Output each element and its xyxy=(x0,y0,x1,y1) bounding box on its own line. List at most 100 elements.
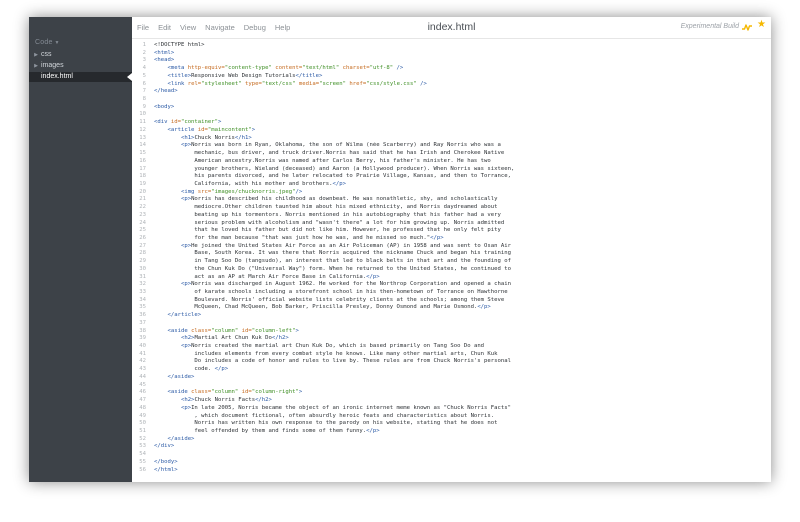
code-line[interactable]: his parents divorced, and he later reloc… xyxy=(154,173,767,181)
code-line[interactable]: <meta http-equiv="content-type" content=… xyxy=(154,65,767,73)
code-line[interactable]: Boulevard. Norris' official website list… xyxy=(154,297,767,305)
code-token: includes elements from every combat styl… xyxy=(154,350,498,357)
line-number: 25 xyxy=(139,227,146,234)
code-line[interactable]: for the man because "that was just how h… xyxy=(154,235,767,243)
code-line[interactable]: mechanic, bus driver, and truck driver.N… xyxy=(154,150,767,158)
line-number: 35 xyxy=(139,304,146,311)
code-line[interactable]: <p>He joined the United States Air Force… xyxy=(154,243,767,251)
star-icon[interactable]: ★ xyxy=(757,20,766,30)
line-number: 1 xyxy=(142,42,146,48)
code-token: for the man because "that was just how h… xyxy=(154,234,431,241)
code-token: <p> xyxy=(180,281,192,288)
code-line[interactable]: in Tang Soo Do (tangsudo), an interest t… xyxy=(154,258,767,266)
sidebar-title[interactable]: Code ▼ xyxy=(35,39,60,46)
code-line[interactable]: feel offended by them and finds some of … xyxy=(154,428,767,436)
code-line[interactable] xyxy=(154,382,767,390)
code-line[interactable]: <h1>Chuck Norris</h1> xyxy=(154,135,767,143)
code-line[interactable]: <aside class="column" id="column-left"> xyxy=(154,328,767,336)
code-line[interactable]: mediocre.Other children taunted him abou… xyxy=(154,204,767,212)
code-line[interactable]: </aside> xyxy=(154,374,767,382)
sidebar-item-images[interactable]: ▶ images xyxy=(29,61,132,71)
code-line[interactable]: <p>In late 2005, Norris became the objec… xyxy=(154,405,767,413)
code-line[interactable]: serious problem with alcoholism and "was… xyxy=(154,220,767,228)
code-line[interactable]: <div id="container"> xyxy=(154,119,767,127)
code-line[interactable]: younger brothers, Wieland (deceased) and… xyxy=(154,166,767,174)
code-line[interactable]: that he loved his father but did not lik… xyxy=(154,227,767,235)
line-number: 55 xyxy=(139,458,146,465)
code-line[interactable]: Base, South Korea. It was there that Nor… xyxy=(154,250,767,258)
code-token: </head> xyxy=(154,88,178,95)
code-line[interactable]: American ancestry.Norris was named after… xyxy=(154,158,767,166)
code-line[interactable] xyxy=(154,320,767,328)
code-line[interactable] xyxy=(154,96,767,104)
code-token: <p> xyxy=(180,343,192,350)
line-number: 6 xyxy=(142,80,146,87)
code-token: of karate schools including a storefront… xyxy=(154,289,508,295)
code-line[interactable]: <p>Norris has described his childhood as… xyxy=(154,196,767,204)
code-line[interactable]: act as an AP at March Air Force Base in … xyxy=(154,274,767,282)
code-token: Chuck Norris xyxy=(194,134,235,141)
sidebar-item-index-html[interactable]: index.html xyxy=(29,72,132,82)
code-line[interactable]: <html> xyxy=(154,50,767,58)
code-line[interactable] xyxy=(154,451,767,459)
code-line[interactable]: beating up his tormentors. Norris mentio… xyxy=(154,212,767,220)
code-line[interactable]: <link rel="stylesheet" type="text/css" m… xyxy=(154,81,767,89)
code-area[interactable]: <!DOCTYPE html> <html> <head> <meta http-e… xyxy=(154,42,767,474)
line-number: 50 xyxy=(139,420,146,427)
code-line[interactable]: California, with his mother and brothers… xyxy=(154,181,767,189)
code-token: <link xyxy=(167,80,188,87)
code-token: act as an AP at March Air Force Base in … xyxy=(154,273,367,280)
code-line[interactable]: the Chun Kuk Do ("Universal Way") form. … xyxy=(154,266,767,274)
code-token: <p> xyxy=(180,404,192,411)
line-number: 53 xyxy=(139,443,146,450)
line-number: 45 xyxy=(139,381,146,388)
sidebar-item-label: css xyxy=(41,51,52,58)
line-number: 54 xyxy=(139,451,146,458)
code-line[interactable]: <body> xyxy=(154,104,767,112)
code-line[interactable]: McQueen, Chad McQueen, Bob Barker, Prisc… xyxy=(154,304,767,312)
code-line[interactable]: <!DOCTYPE html> xyxy=(154,42,767,50)
code-line[interactable]: code. </p> xyxy=(154,366,767,374)
sidebar-item-css[interactable]: ▶ css xyxy=(29,50,132,60)
code-line[interactable]: <p>Norris was born in Ryan, Oklahoma, th… xyxy=(154,142,767,150)
code-line[interactable]: <h2>Martial Art Chun Kuk Do</h2> xyxy=(154,335,767,343)
code-line[interactable]: of karate schools including a storefront… xyxy=(154,289,767,297)
line-number: 43 xyxy=(139,366,146,373)
code-token: > xyxy=(218,119,222,126)
line-number: 13 xyxy=(139,134,146,141)
code-line[interactable]: <img src="images/chucknorris.jpeg"/> xyxy=(154,189,767,197)
code-token: "text/css" xyxy=(261,80,296,87)
code-line[interactable]: includes elements from every combat styl… xyxy=(154,351,767,359)
code-line[interactable]: </aside> xyxy=(154,436,767,444)
code-line[interactable]: <p>Norris was discharged in August 1962.… xyxy=(154,281,767,289)
line-number: 33 xyxy=(139,289,146,295)
code-line[interactable]: <p>Norris created the martial art Chun K… xyxy=(154,343,767,351)
line-number: 4 xyxy=(142,65,146,72)
live-preview-icon[interactable] xyxy=(742,22,752,32)
code-line[interactable]: </head> xyxy=(154,88,767,96)
code-line[interactable]: </body> xyxy=(154,459,767,467)
code-token: id= xyxy=(170,119,181,126)
code-line[interactable]: </div> xyxy=(154,443,767,451)
code-line[interactable]: <title>Responsive Web Design Tutorials</… xyxy=(154,73,767,81)
code-token: Norris has written his own response to t… xyxy=(154,420,498,427)
code-line[interactable]: <head> xyxy=(154,57,767,65)
sidebar-item-label: images xyxy=(41,62,64,69)
code-line[interactable]: </article> xyxy=(154,312,767,320)
code-line[interactable]: <article id="maincontent"> xyxy=(154,127,767,135)
code-line[interactable] xyxy=(154,111,767,119)
code-line[interactable]: </html> xyxy=(154,467,767,475)
line-number: 36 xyxy=(139,312,146,319)
code-line[interactable]: , which document fictional, often absurd… xyxy=(154,413,767,421)
line-number: 38 xyxy=(139,327,146,334)
code-line[interactable]: <h2>Chuck Norris Facts</h2> xyxy=(154,397,767,405)
code-line[interactable]: Do includes a code of honor and rules to… xyxy=(154,358,767,366)
code-line[interactable]: <aside class="column" id="column-right"> xyxy=(154,389,767,397)
code-line[interactable]: Norris has written his own response to t… xyxy=(154,420,767,428)
